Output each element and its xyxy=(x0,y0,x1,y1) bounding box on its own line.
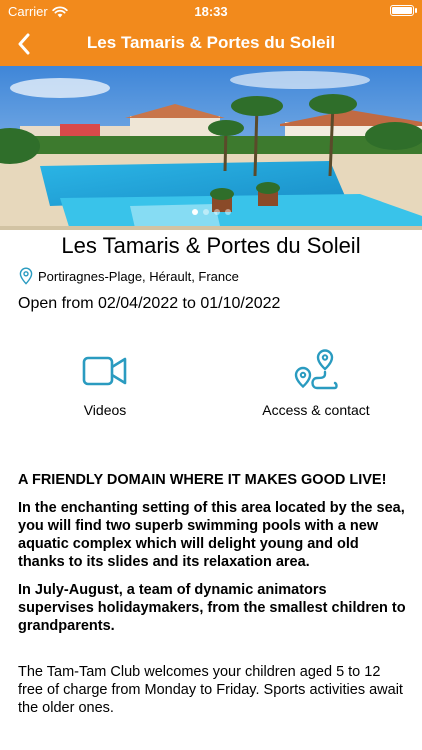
action-row: Videos Access & contact xyxy=(0,348,422,428)
description: A FRIENDLY DOMAIN WHERE IT MAKES GOOD LI… xyxy=(18,471,406,717)
chevron-left-icon xyxy=(18,33,30,55)
photo-gallery[interactable] xyxy=(0,66,422,230)
gallery-dot[interactable] xyxy=(213,209,220,215)
gallery-dot[interactable] xyxy=(202,209,209,215)
status-time: 18:33 xyxy=(194,4,228,19)
gallery-page-indicator[interactable] xyxy=(0,209,422,215)
status-bar: Carrier 18:33 xyxy=(0,0,422,22)
resort-photo xyxy=(0,66,422,230)
nav-bar: Les Tamaris & Portes du Soleil xyxy=(0,22,422,66)
gallery-dot[interactable] xyxy=(191,209,198,215)
description-headline: A FRIENDLY DOMAIN WHERE IT MAKES GOOD LI… xyxy=(18,472,387,488)
description-paragraph-2: In July-August, a team of dynamic animat… xyxy=(18,582,406,634)
description-paragraph-3: The Tam-Tam Club welcomes your children … xyxy=(18,664,403,716)
videos-button[interactable]: Videos xyxy=(15,348,195,418)
back-button[interactable] xyxy=(6,26,42,62)
nav-title: Les Tamaris & Portes du Soleil xyxy=(86,33,336,52)
description-paragraph-1: In the enchanting setting of this area l… xyxy=(18,500,405,570)
header: Carrier 18:33 Les Tamaris & Portes du So… xyxy=(0,0,422,66)
location-text: Portiragnes-Plage, Hérault, France xyxy=(38,268,239,284)
opening-dates: Open from 02/04/2022 to 01/10/2022 xyxy=(18,295,281,312)
video-camera-icon xyxy=(82,356,127,386)
gallery-dot[interactable] xyxy=(224,209,231,215)
location-row: Portiragnes-Plage, Hérault, France xyxy=(18,267,239,285)
battery-icon xyxy=(390,5,417,16)
access-contact-button[interactable]: Access & contact xyxy=(226,348,406,418)
place-title: Les Tamaris & Portes du Soleil xyxy=(61,233,361,258)
route-icon xyxy=(294,349,338,390)
access-label: Access & contact xyxy=(262,402,370,418)
videos-label: Videos xyxy=(83,402,127,418)
map-pin-icon xyxy=(19,267,33,285)
